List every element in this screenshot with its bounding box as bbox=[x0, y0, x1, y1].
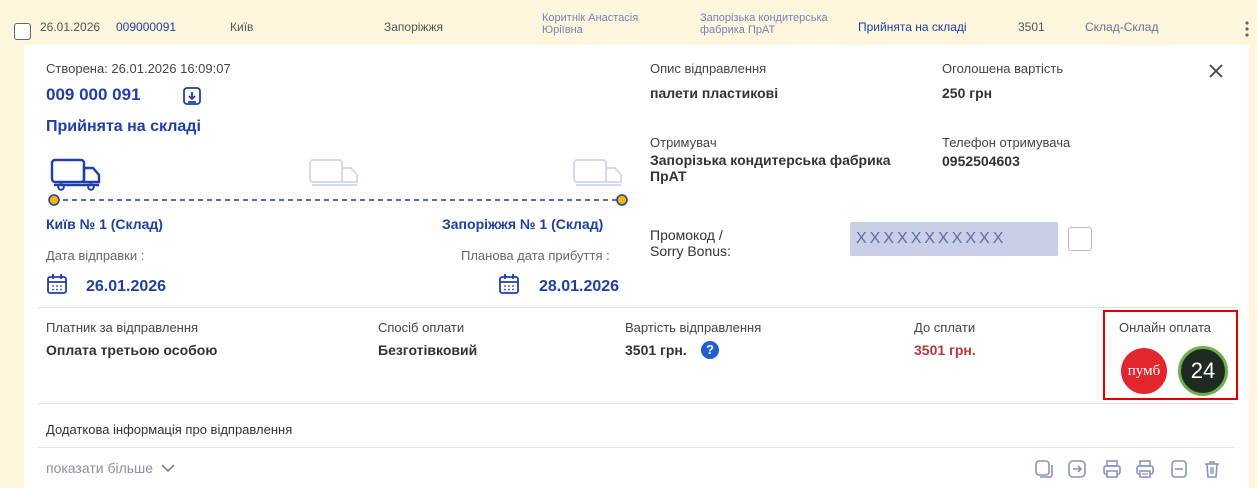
privat24-pay-button[interactable]: 24 bbox=[1178, 346, 1228, 396]
route-line bbox=[46, 193, 630, 207]
row-status: Прийнята на складі bbox=[858, 20, 967, 34]
row-receiver: Запорізька кондитерська фабрика ПрАТ bbox=[700, 12, 828, 36]
truck-icon bbox=[308, 157, 360, 191]
help-icon[interactable]: ? bbox=[701, 341, 719, 359]
recipient-label: Отримувач bbox=[650, 135, 717, 150]
shipment-row[interactable]: 26.01.2026 009000091 Київ Запоріжжя Кори… bbox=[0, 0, 1257, 42]
amount-due-label: До сплати bbox=[914, 320, 976, 335]
destination-warehouse: Запоріжжя № 1 (Склад) bbox=[442, 216, 604, 232]
description-label: Опис відправлення bbox=[650, 61, 767, 76]
payment-method-label: Спосіб оплати bbox=[378, 320, 465, 335]
additional-info-label: Додаткова інформація про відправлення bbox=[46, 422, 293, 437]
recipient-value: Запорізька кондитерська фабрика ПрАТ bbox=[650, 152, 891, 184]
row-number-link[interactable]: 009000091 bbox=[116, 20, 176, 34]
row-date: 26.01.2026 bbox=[40, 20, 101, 34]
promo-code-input[interactable]: XXXXXXXXXXX bbox=[850, 222, 1058, 256]
send-date: 26.01.2026 bbox=[86, 278, 167, 295]
shipment-details-panel: Створена: 26.01.2026 16:09:07 009 000 09… bbox=[24, 45, 1249, 488]
copy-icon[interactable] bbox=[1034, 459, 1054, 479]
row-from-city: Київ bbox=[230, 20, 254, 34]
created-timestamp: Створена: 26.01.2026 16:09:07 bbox=[46, 61, 231, 76]
payer-label: Платник за відправлення bbox=[46, 320, 199, 335]
print-icon[interactable] bbox=[1102, 459, 1122, 479]
calendar-icon bbox=[46, 273, 68, 295]
shipment-status: Прийнята на складі bbox=[46, 118, 201, 135]
divider bbox=[38, 307, 1234, 308]
show-more-label: показати більше bbox=[46, 460, 154, 476]
promo-label: Промокод / Sorry Bonus: bbox=[650, 227, 731, 259]
redirect-icon[interactable] bbox=[1067, 459, 1087, 479]
show-more-button[interactable]: показати більше bbox=[46, 460, 175, 476]
phone-label: Телефон отримувача bbox=[942, 135, 1071, 150]
trash-icon[interactable] bbox=[1202, 459, 1222, 479]
online-payment-label: Онлайн оплата bbox=[1119, 320, 1211, 335]
send-date-label: Дата відправки : bbox=[46, 248, 145, 263]
truck-icon bbox=[572, 157, 624, 191]
truck-icon bbox=[50, 157, 102, 191]
row-route-type: Склад-Склад bbox=[1085, 20, 1159, 34]
arrival-date: 28.01.2026 bbox=[539, 278, 620, 295]
origin-warehouse: Київ № 1 (Склад) bbox=[46, 216, 163, 232]
row-sender: Коритнік Анастасія Юріївна bbox=[542, 12, 639, 36]
description-value: палети пластикові bbox=[650, 85, 779, 101]
phone-value: 0952504603 bbox=[942, 153, 1020, 169]
chevron-down-icon bbox=[161, 463, 175, 473]
row-more-menu-icon[interactable] bbox=[1244, 20, 1250, 38]
split-icon[interactable] bbox=[1169, 459, 1189, 479]
download-icon[interactable] bbox=[182, 86, 202, 106]
shipping-cost-label: Вартість відправлення bbox=[625, 320, 762, 335]
calendar-icon bbox=[498, 273, 520, 295]
promo-checkbox[interactable] bbox=[1068, 227, 1092, 251]
print-label-icon[interactable] bbox=[1135, 459, 1155, 479]
row-to-city: Запоріжжя bbox=[384, 20, 443, 34]
close-icon[interactable] bbox=[1209, 64, 1223, 78]
payment-method-value: Безготівковий bbox=[378, 342, 478, 358]
declared-value: 250 грн bbox=[942, 85, 993, 101]
pumb-pay-button[interactable]: пумб bbox=[1121, 348, 1167, 394]
arrival-date-label: Планова дата прибуття : bbox=[461, 248, 610, 263]
row-cost: 3501 bbox=[1018, 20, 1045, 34]
row-checkbox[interactable] bbox=[14, 23, 31, 40]
payer-value: Оплата третьою особою bbox=[46, 342, 218, 358]
shipping-cost-value: 3501 грн. bbox=[625, 342, 687, 358]
online-payment-box: Онлайн оплата пумб 24 bbox=[1103, 310, 1238, 400]
amount-due-value: 3501 грн. bbox=[914, 342, 976, 358]
divider bbox=[38, 403, 1234, 404]
divider bbox=[38, 447, 1234, 448]
declared-value-label: Оголошена вартість bbox=[942, 61, 1064, 76]
shipment-number[interactable]: 009 000 091 bbox=[46, 85, 141, 105]
